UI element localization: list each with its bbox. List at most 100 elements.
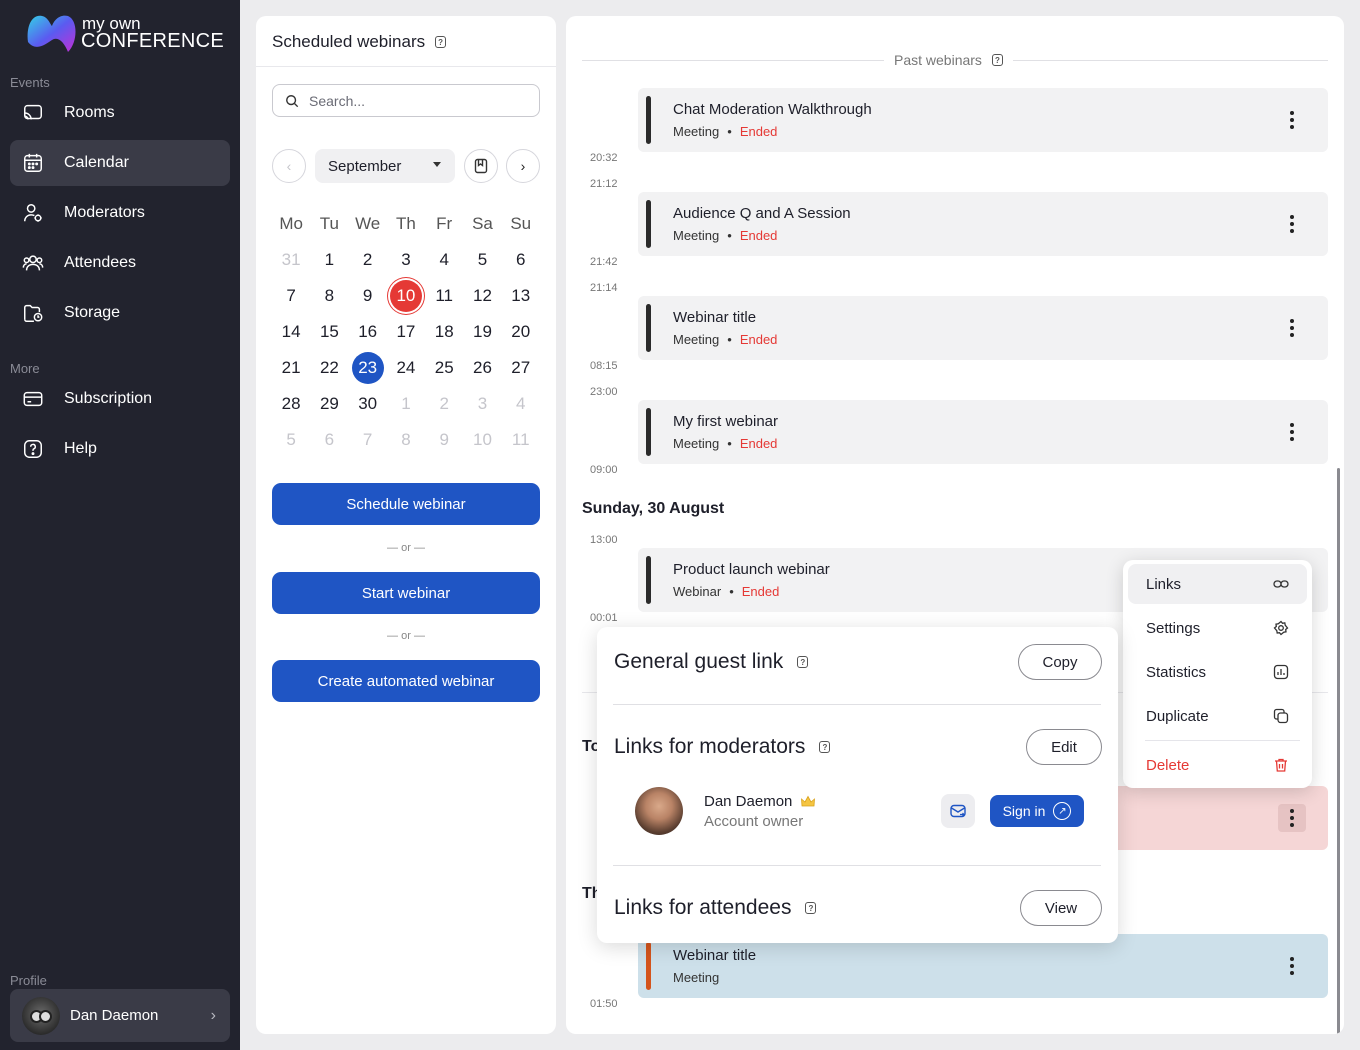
send-invite-button[interactable] <box>941 794 975 828</box>
calendar-day[interactable]: 26 <box>463 350 501 386</box>
calendar-day[interactable]: 9 <box>349 278 387 314</box>
event-meta: Meeting • Ended <box>673 228 778 243</box>
sidebar-item-subscription[interactable]: Subscription <box>10 376 230 422</box>
sign-in-button[interactable]: Sign in ↗ <box>990 795 1084 827</box>
sidebar: my own CONFERENCE Events Rooms Calendar … <box>0 0 240 1050</box>
calendar-day[interactable]: 4 <box>425 242 463 278</box>
calendar-day[interactable]: 2 <box>349 242 387 278</box>
month-select[interactable]: September <box>315 149 455 183</box>
day-number: 31 <box>281 250 301 269</box>
menu-item-settings[interactable]: Settings <box>1128 608 1307 648</box>
calendar-day[interactable]: 18 <box>425 314 463 350</box>
calendar-day[interactable]: 2 <box>425 386 463 422</box>
calendar-day[interactable]: 10 <box>387 278 425 314</box>
calendar-day[interactable]: 28 <box>272 386 310 422</box>
event-card[interactable]: Webinar title Meeting <box>638 934 1328 998</box>
calendar-day[interactable]: 8 <box>387 422 425 458</box>
day-number: 6 <box>324 430 335 449</box>
sidebar-item-attendees[interactable]: Attendees <box>10 240 230 286</box>
calendar-day[interactable]: 21 <box>272 350 310 386</box>
sidebar-item-moderators[interactable]: Moderators <box>10 190 230 236</box>
search-input[interactable] <box>309 92 509 109</box>
more-options-icon[interactable] <box>1278 210 1306 238</box>
view-button[interactable]: View <box>1020 890 1102 926</box>
calendar-day[interactable]: 29 <box>310 386 348 422</box>
calendar-day[interactable]: 9 <box>425 422 463 458</box>
menu-item-label: Settings <box>1146 619 1201 637</box>
edit-button[interactable]: Edit <box>1026 729 1102 765</box>
calendar-day[interactable]: 8 <box>310 278 348 314</box>
help-icon[interactable]: ? <box>805 902 817 914</box>
event-type: Webinar <box>673 584 722 599</box>
event-meta: Meeting • Ended <box>673 332 778 347</box>
help-icon[interactable]: ? <box>991 54 1003 66</box>
event-card[interactable]: Audience Q and A Session Meeting • Ended <box>638 192 1328 256</box>
calendar-day[interactable]: 6 <box>502 242 540 278</box>
calendar-day[interactable]: 30 <box>349 386 387 422</box>
event-card[interactable]: Chat Moderation Walkthrough Meeting • Ende… <box>638 88 1328 152</box>
copy-button[interactable]: Copy <box>1018 644 1102 680</box>
calendar-day[interactable]: 13 <box>502 278 540 314</box>
calendar-day[interactable]: 5 <box>272 422 310 458</box>
profile-card[interactable]: Dan Daemon › <box>10 989 230 1042</box>
sidebar-item-help[interactable]: Help <box>10 426 230 472</box>
create-automated-webinar-button[interactable]: Create automated webinar <box>272 660 540 702</box>
calendar-day[interactable]: 22 <box>310 350 348 386</box>
bookmark-button[interactable] <box>464 149 498 183</box>
event-color-bar <box>646 304 651 352</box>
menu-item-links[interactable]: Links <box>1128 564 1307 604</box>
context-menu: Links Settings Statistics Duplicate Dele… <box>1123 560 1312 788</box>
calendar-day[interactable]: 10 <box>463 422 501 458</box>
calendar-day[interactable]: 14 <box>272 314 310 350</box>
menu-item-statistics[interactable]: Statistics <box>1128 652 1307 692</box>
calendar-day[interactable]: 20 <box>502 314 540 350</box>
menu-item-delete[interactable]: Delete <box>1128 745 1307 785</box>
menu-item-duplicate[interactable]: Duplicate <box>1128 696 1307 736</box>
event-status: Ended <box>739 436 778 451</box>
more-options-icon[interactable] <box>1278 106 1306 134</box>
more-options-icon[interactable] <box>1278 804 1306 832</box>
calendar-day[interactable]: 19 <box>463 314 501 350</box>
calendar-day[interactable]: 25 <box>425 350 463 386</box>
prev-month-button[interactable]: ‹ <box>272 149 306 183</box>
calendar-day[interactable]: 3 <box>463 386 501 422</box>
calendar-day[interactable]: 6 <box>310 422 348 458</box>
calendar-day[interactable]: 1 <box>310 242 348 278</box>
sidebar-item-rooms[interactable]: Rooms <box>10 90 230 136</box>
more-options-icon[interactable] <box>1278 952 1306 980</box>
menu-item-label: Links <box>1146 575 1182 593</box>
help-icon[interactable]: ? <box>797 656 809 668</box>
calendar-day[interactable]: 5 <box>463 242 501 278</box>
calendar-day[interactable]: 12 <box>463 278 501 314</box>
event-status: Ended <box>739 228 778 243</box>
next-month-button[interactable]: › <box>506 149 540 183</box>
sidebar-item-calendar[interactable]: Calendar <box>10 140 230 186</box>
brand-logo[interactable]: my own CONFERENCE <box>24 12 224 56</box>
more-options-icon[interactable] <box>1278 418 1306 446</box>
calendar-day[interactable]: 23 <box>349 350 387 386</box>
help-icon[interactable]: ? <box>819 741 831 753</box>
start-webinar-button[interactable]: Start webinar <box>272 572 540 614</box>
calendar-day[interactable]: 11 <box>425 278 463 314</box>
calendar-day[interactable]: 7 <box>272 278 310 314</box>
calendar-day[interactable]: 4 <box>502 386 540 422</box>
calendar-day[interactable]: 15 <box>310 314 348 350</box>
more-options-icon[interactable] <box>1278 314 1306 342</box>
calendar-day[interactable]: 31 <box>272 242 310 278</box>
calendar-day[interactable]: 3 <box>387 242 425 278</box>
scrollbar[interactable] <box>1337 468 1340 1034</box>
calendar-day[interactable]: 17 <box>387 314 425 350</box>
calendar-day[interactable]: 27 <box>502 350 540 386</box>
day-number: 29 <box>319 394 339 413</box>
help-icon[interactable]: ? <box>435 36 447 48</box>
calendar-day[interactable]: 11 <box>502 422 540 458</box>
schedule-webinar-button[interactable]: Schedule webinar <box>272 483 540 525</box>
calendar-day[interactable]: 24 <box>387 350 425 386</box>
calendar-day[interactable]: 16 <box>349 314 387 350</box>
event-card[interactable]: My first webinar Meeting • Ended <box>638 400 1328 464</box>
event-card[interactable]: Webinar title Meeting • Ended <box>638 296 1328 360</box>
search-box[interactable] <box>272 84 540 117</box>
calendar-day[interactable]: 1 <box>387 386 425 422</box>
sidebar-item-storage[interactable]: Storage <box>10 290 230 336</box>
calendar-day[interactable]: 7 <box>349 422 387 458</box>
